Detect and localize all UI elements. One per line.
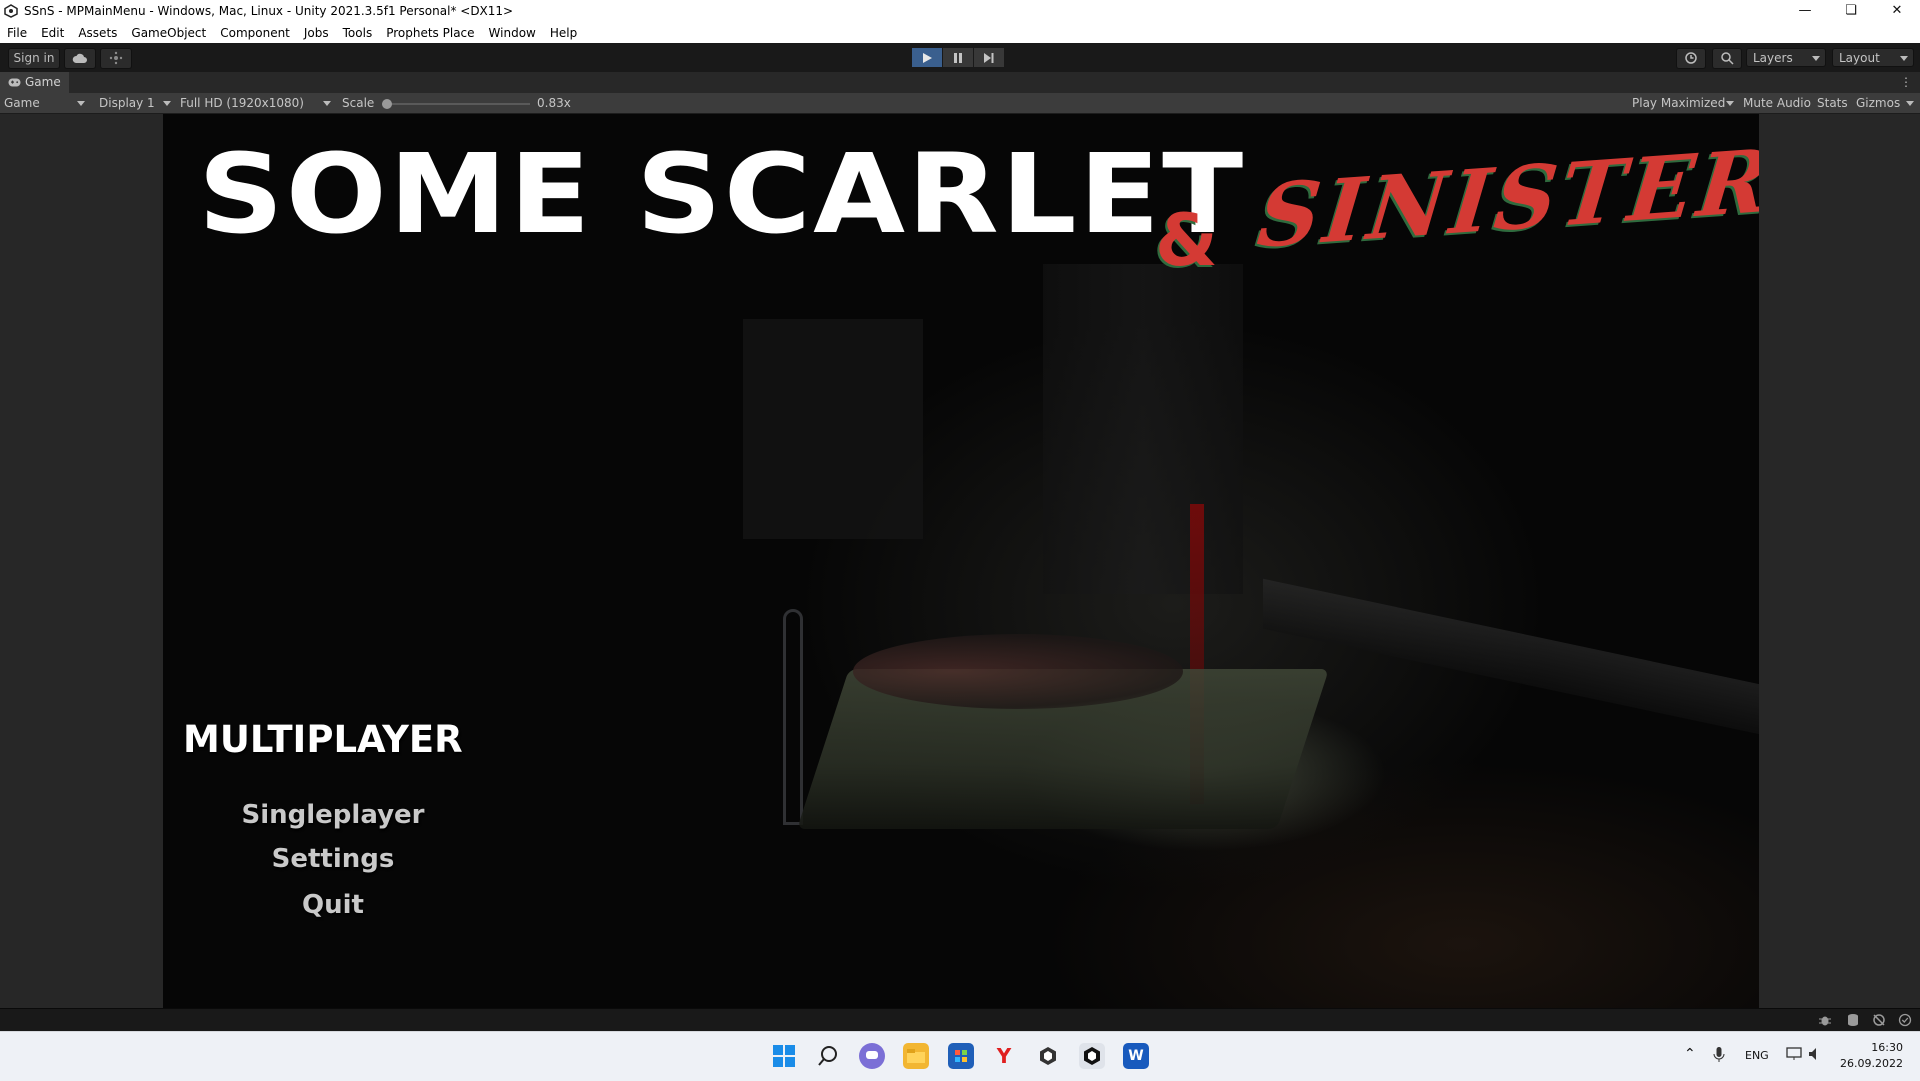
main-toolbar: Sign in Layers Layout bbox=[0, 43, 1920, 72]
clock-date[interactable]: 26.09.2022 bbox=[1836, 1057, 1903, 1070]
history-button[interactable] bbox=[1676, 48, 1706, 69]
file-explorer-icon[interactable] bbox=[903, 1043, 929, 1069]
gizmos-toggle[interactable]: Gizmos bbox=[1856, 93, 1900, 113]
yandex-browser-icon[interactable]: Y bbox=[991, 1043, 1017, 1069]
wall-frame-shadow bbox=[743, 319, 923, 539]
resolution-dropdown[interactable]: Full HD (1920x1080) bbox=[180, 93, 304, 113]
display-dropdown[interactable]: Display 1 bbox=[99, 93, 155, 113]
quit-button[interactable]: Quit bbox=[183, 890, 483, 920]
search-icon bbox=[1721, 52, 1734, 65]
close-icon[interactable]: ✕ bbox=[1874, 0, 1920, 22]
play-button[interactable] bbox=[912, 48, 942, 67]
bug-icon[interactable] bbox=[1818, 1013, 1832, 1027]
windows-taskbar: Y W ⌃ ENG 16:30 26.09.2022 bbox=[0, 1031, 1920, 1081]
collab-icon bbox=[109, 51, 123, 65]
pause-button[interactable] bbox=[943, 48, 973, 67]
menu-edit[interactable]: Edit bbox=[34, 26, 71, 40]
scale-value: 0.83x bbox=[537, 96, 571, 110]
chevron-down-icon bbox=[163, 101, 171, 106]
game-title-accent: SINISTER bbox=[1253, 129, 1759, 268]
play-maximized-dropdown[interactable]: Play Maximized bbox=[1632, 93, 1725, 113]
scale-label: Scale bbox=[342, 96, 375, 110]
search-button[interactable] bbox=[1712, 48, 1742, 69]
minimize-icon[interactable]: — bbox=[1782, 0, 1828, 22]
layers-label: Layers bbox=[1753, 51, 1793, 65]
menu-jobs[interactable]: Jobs bbox=[297, 26, 336, 40]
layout-label: Layout bbox=[1839, 51, 1880, 65]
pause-icon bbox=[954, 52, 962, 63]
gamepad-icon bbox=[8, 78, 21, 87]
language-indicator[interactable]: ENG bbox=[1745, 1049, 1769, 1062]
unity-logo-icon bbox=[4, 4, 18, 18]
game-title-ampersand: & bbox=[1155, 198, 1218, 282]
menu-bar: File Edit Assets GameObject Component Jo… bbox=[0, 22, 1920, 43]
cloud-button[interactable] bbox=[64, 48, 96, 69]
speaker-icon[interactable] bbox=[1808, 1047, 1822, 1061]
editor-status-bar bbox=[0, 1009, 1920, 1031]
chevron-down-icon bbox=[1906, 101, 1914, 106]
menu-gameobject[interactable]: GameObject bbox=[124, 26, 213, 40]
unity-editor-icon[interactable] bbox=[1079, 1043, 1105, 1069]
chevron-down-icon bbox=[323, 101, 331, 106]
menu-component[interactable]: Component bbox=[213, 26, 297, 40]
network-icon[interactable] bbox=[1872, 1013, 1886, 1027]
multiplayer-button[interactable]: MULTIPLAYER bbox=[183, 718, 483, 761]
step-icon bbox=[984, 52, 994, 63]
game-title-main: SOME SCARLET bbox=[198, 130, 1246, 258]
chevron-up-icon[interactable]: ⌃ bbox=[1684, 1046, 1696, 1062]
store-icon[interactable] bbox=[948, 1043, 974, 1069]
view-mode-dropdown[interactable]: Game bbox=[4, 93, 40, 113]
collab-button[interactable] bbox=[100, 48, 132, 69]
tab-game[interactable]: Game bbox=[0, 72, 69, 93]
menu-file[interactable]: File bbox=[0, 26, 34, 40]
layout-dropdown[interactable]: Layout bbox=[1832, 48, 1914, 67]
chevron-down-icon bbox=[1812, 56, 1820, 61]
menu-prophets-place[interactable]: Prophets Place bbox=[379, 26, 481, 40]
search-icon[interactable] bbox=[815, 1043, 841, 1069]
door-shadow bbox=[1043, 264, 1243, 594]
singleplayer-button[interactable]: Singleplayer bbox=[183, 800, 483, 830]
mute-audio-toggle[interactable]: Mute Audio bbox=[1743, 93, 1811, 113]
menu-window[interactable]: Window bbox=[482, 26, 543, 40]
chat-icon[interactable] bbox=[859, 1043, 885, 1069]
windows-start-icon[interactable] bbox=[771, 1043, 797, 1069]
game-view-controls: Game Display 1 Full HD (1920x1080) Scale… bbox=[0, 93, 1920, 114]
scale-slider-thumb[interactable] bbox=[382, 99, 392, 109]
word-icon[interactable]: W bbox=[1123, 1043, 1149, 1069]
menu-tools[interactable]: Tools bbox=[336, 26, 380, 40]
clock-time[interactable]: 16:30 bbox=[1853, 1041, 1903, 1054]
baseboard-shadow bbox=[1263, 578, 1759, 740]
tab-game-label: Game bbox=[25, 75, 61, 89]
database-icon[interactable] bbox=[1846, 1013, 1860, 1027]
check-circle-icon[interactable] bbox=[1898, 1013, 1912, 1027]
bed-frame bbox=[783, 609, 803, 825]
microphone-icon[interactable] bbox=[1713, 1047, 1725, 1063]
window-title-bar: SSnS - MPMainMenu - Windows, Mac, Linux … bbox=[0, 0, 1920, 22]
settings-button[interactable]: Settings bbox=[183, 844, 483, 874]
history-icon bbox=[1685, 52, 1697, 64]
game-tab-bar: Game ⋮ bbox=[0, 72, 1920, 93]
cloud-icon bbox=[72, 53, 87, 63]
unity-hub-icon[interactable] bbox=[1035, 1043, 1061, 1069]
game-viewport[interactable]: SOME SCARLET & SINISTER MULTIPLAYER Sing… bbox=[163, 114, 1759, 1008]
more-options-icon[interactable]: ⋮ bbox=[1900, 75, 1912, 89]
scale-slider[interactable] bbox=[382, 99, 530, 109]
play-controls bbox=[912, 48, 1005, 67]
window-title: SSnS - MPMainMenu - Windows, Mac, Linux … bbox=[24, 4, 514, 18]
chevron-down-icon bbox=[1900, 56, 1908, 61]
network-icon[interactable] bbox=[1786, 1047, 1802, 1061]
play-icon bbox=[923, 52, 932, 63]
restore-icon[interactable]: ❏ bbox=[1828, 0, 1874, 22]
menu-help[interactable]: Help bbox=[543, 26, 584, 40]
corpse-figure bbox=[853, 634, 1183, 709]
sign-in-button[interactable]: Sign in bbox=[8, 48, 60, 69]
chevron-down-icon bbox=[77, 101, 85, 106]
menu-assets[interactable]: Assets bbox=[71, 26, 124, 40]
stats-toggle[interactable]: Stats bbox=[1817, 93, 1848, 113]
chevron-down-icon bbox=[1726, 101, 1734, 106]
step-button[interactable] bbox=[974, 48, 1004, 67]
layers-dropdown[interactable]: Layers bbox=[1746, 48, 1826, 67]
